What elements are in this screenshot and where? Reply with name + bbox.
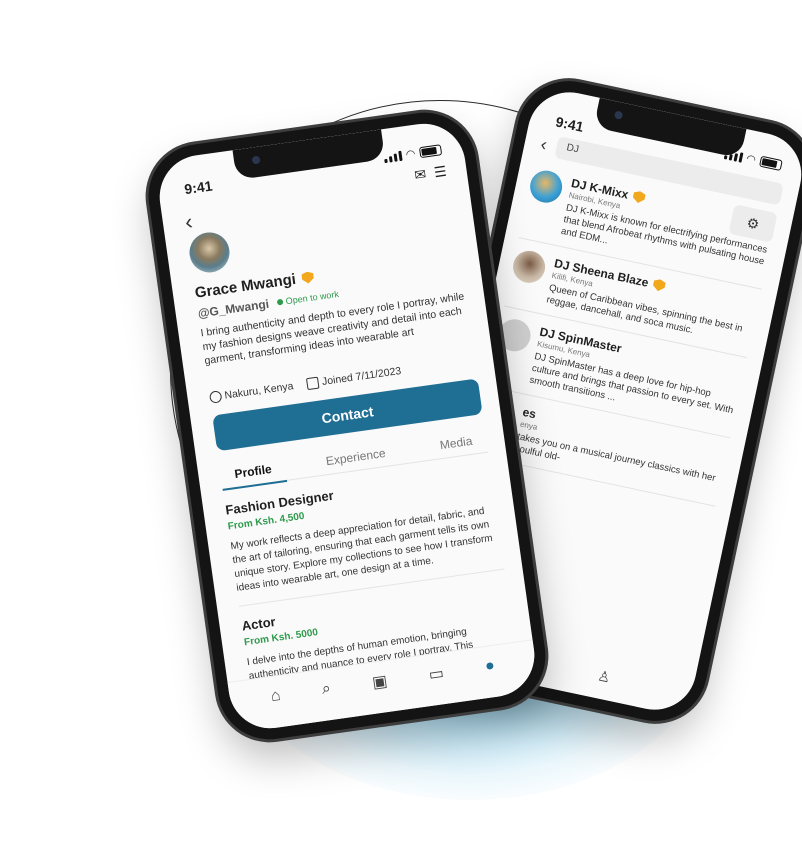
header-actions: ✉ ☰: [413, 163, 447, 184]
back-arrow-icon[interactable]: ‹: [539, 133, 549, 155]
calendar-icon: [306, 376, 321, 391]
camera-icon: [613, 110, 624, 120]
status-badge: Open to work: [276, 289, 339, 308]
service-section: Fashion Designer From Ksh. 4,500 My work…: [224, 465, 505, 607]
search-icon[interactable]: ⌕: [321, 679, 332, 698]
location: Nakuru, Kenya: [208, 380, 294, 404]
profile-screen: 9:41 ◠ ✉ ☰ ‹ Grace Mwangi @G_Mwangi Open…: [154, 118, 540, 734]
avatar: [510, 247, 549, 286]
status-time: 9:41: [554, 113, 586, 135]
profile-icon[interactable]: ●: [484, 656, 496, 675]
status-icons: ◠: [383, 143, 443, 164]
back-arrow-icon[interactable]: ‹: [183, 209, 194, 236]
tab-profile[interactable]: Profile: [220, 460, 287, 483]
status-dot-icon: [276, 298, 284, 306]
location-pin-icon: [208, 390, 223, 404]
camera-icon: [251, 155, 261, 165]
wifi-icon: ◠: [405, 147, 416, 162]
verified-icon: [632, 190, 646, 204]
status-time: 9:41: [183, 177, 214, 198]
tab-media[interactable]: Media: [425, 432, 487, 454]
battery-icon: [758, 155, 783, 172]
wallet-icon[interactable]: ▭: [427, 663, 445, 685]
verified-icon: [652, 278, 666, 292]
join-date: Joined 7/11/2023: [306, 365, 402, 391]
avatar: [186, 229, 233, 276]
wifi-icon: ◠: [745, 152, 757, 167]
profile-icon[interactable]: ♙: [596, 667, 612, 686]
battery-icon: [418, 144, 443, 159]
verified-icon: [301, 271, 315, 285]
avatar: [527, 167, 566, 206]
briefcase-icon[interactable]: ▣: [371, 670, 389, 692]
profile-handle: @G_Mwangi: [196, 296, 270, 321]
menu-icon[interactable]: ☰: [433, 163, 448, 182]
tab-experience[interactable]: Experience: [311, 444, 400, 470]
home-icon[interactable]: ⌂: [270, 686, 282, 705]
mail-icon[interactable]: ✉: [413, 166, 427, 184]
signal-icon: [383, 150, 403, 163]
